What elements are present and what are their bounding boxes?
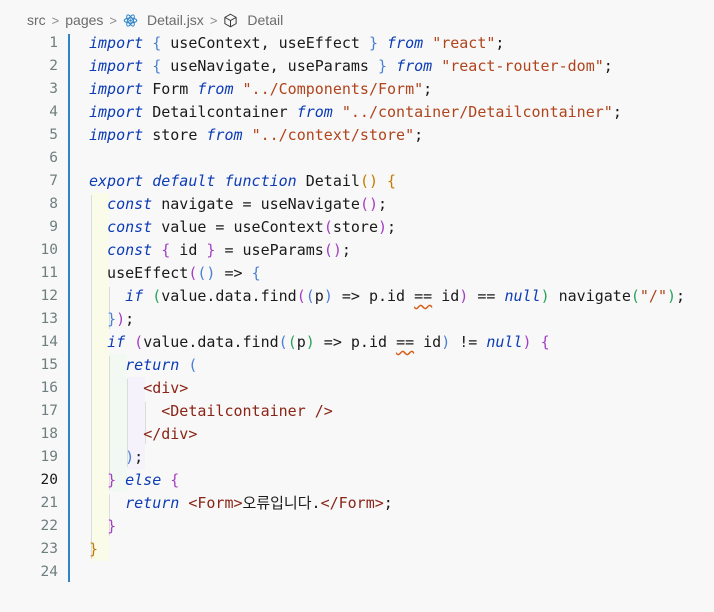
code-editor[interactable]: 1 import { useContext, useEffect } from "… — [0, 32, 714, 584]
code-line[interactable]: 21 return <Form>오류입니다.</Form>; — [0, 492, 714, 515]
line-number: 1 — [49, 35, 58, 51]
line-number: 21 — [40, 495, 58, 511]
line-number: 19 — [40, 449, 58, 465]
line-number: 8 — [49, 196, 58, 212]
code-text: ); — [125, 448, 144, 466]
code-text: } — [89, 540, 99, 558]
code-line[interactable]: 20 } else { — [0, 469, 714, 492]
line-number: 5 — [49, 127, 58, 143]
code-line[interactable]: 1 import { useContext, useEffect } from "… — [0, 32, 714, 55]
code-line[interactable]: 9 const value = useContext(store); — [0, 216, 714, 239]
code-line[interactable]: 16 <div> — [0, 377, 714, 400]
line-number: 18 — [40, 426, 58, 442]
code-line[interactable]: 10 const { id } = useParams(); — [0, 239, 714, 262]
breadcrumb-item-symbol[interactable]: Detail — [247, 12, 283, 28]
code-text: } — [107, 517, 117, 535]
line-number: 24 — [40, 564, 58, 580]
code-line[interactable]: 2 import { useNavigate, useParams } from … — [0, 55, 714, 78]
line-number: 2 — [49, 58, 58, 74]
code-line[interactable]: 24 — [0, 561, 714, 584]
line-number: 23 — [40, 541, 58, 557]
code-text: export default function Detail() { — [89, 172, 397, 190]
code-text: const value = useContext(store); — [107, 218, 397, 236]
chevron-right-icon: > — [51, 12, 60, 28]
code-line[interactable]: 13 }); — [0, 308, 714, 331]
code-line[interactable]: 8 const navigate = useNavigate(); — [0, 193, 714, 216]
breadcrumb-item-pages[interactable]: pages — [65, 12, 103, 28]
code-text: <Detailcontainer /> — [161, 402, 333, 420]
line-number: 9 — [49, 219, 58, 235]
breadcrumb-item-file[interactable]: Detail.jsx — [147, 12, 204, 28]
cube-symbol-icon — [223, 13, 238, 28]
code-line[interactable]: 11 useEffect(() => { — [0, 262, 714, 285]
code-text: } else { — [107, 471, 180, 489]
code-line[interactable]: 19 ); — [0, 446, 714, 469]
code-text: import { useNavigate, useParams } from "… — [89, 57, 613, 75]
line-number: 7 — [49, 173, 58, 189]
code-line[interactable]: 22 } — [0, 515, 714, 538]
chevron-right-icon: > — [109, 12, 118, 28]
line-number: 20 — [40, 472, 58, 488]
code-text: const { id } = useParams(); — [107, 241, 351, 259]
code-line[interactable]: 18 </div> — [0, 423, 714, 446]
code-line[interactable]: 3 import Form from "../Components/Form"; — [0, 78, 714, 101]
code-text: <div> — [143, 379, 189, 397]
line-number: 4 — [49, 104, 58, 120]
code-text: }); — [107, 310, 135, 328]
code-line[interactable]: 7 export default function Detail() { — [0, 170, 714, 193]
code-line[interactable]: 15 return ( — [0, 354, 714, 377]
line-number: 22 — [40, 518, 58, 534]
code-text: import Form from "../Components/Form"; — [89, 80, 433, 98]
line-number: 14 — [40, 334, 58, 350]
code-line[interactable]: 5 import store from "../context/store"; — [0, 124, 714, 147]
code-text: import { useContext, useEffect } from "r… — [89, 34, 505, 52]
line-number: 17 — [40, 403, 58, 419]
code-text: import Detailcontainer from "../containe… — [89, 103, 622, 121]
code-text: if (value.data.find((p) => p.id == id) =… — [125, 287, 686, 305]
line-number: 13 — [40, 311, 58, 327]
code-text: </div> — [143, 425, 198, 443]
line-number: 15 — [40, 357, 58, 373]
code-line[interactable]: 12 if (value.data.find((p) => p.id == id… — [0, 285, 714, 308]
line-number: 10 — [40, 242, 58, 258]
code-text: return ( — [125, 356, 198, 374]
line-number: 6 — [49, 150, 58, 166]
code-text: return <Form>오류입니다.</Form>; — [125, 494, 393, 512]
code-line[interactable]: 14 if (value.data.find((p) => p.id == id… — [0, 331, 714, 354]
code-text: if (value.data.find((p) => p.id == id) !… — [107, 333, 550, 351]
line-number: 3 — [49, 81, 58, 97]
chevron-right-icon: > — [209, 12, 218, 28]
code-text: const navigate = useNavigate(); — [107, 195, 388, 213]
line-number: 11 — [40, 265, 58, 281]
code-line[interactable]: 23} — [0, 538, 714, 561]
code-line[interactable]: 4 import Detailcontainer from "../contain… — [0, 101, 714, 124]
code-line[interactable]: 6 — [0, 147, 714, 170]
line-number: 12 — [40, 288, 58, 304]
react-icon — [123, 13, 138, 28]
code-text: import store from "../context/store"; — [89, 126, 424, 144]
breadcrumb-item-src[interactable]: src — [27, 12, 46, 28]
code-text: useEffect(() => { — [89, 264, 261, 282]
line-number: 16 — [40, 380, 58, 396]
code-line[interactable]: 17 <Detailcontainer /> — [0, 400, 714, 423]
